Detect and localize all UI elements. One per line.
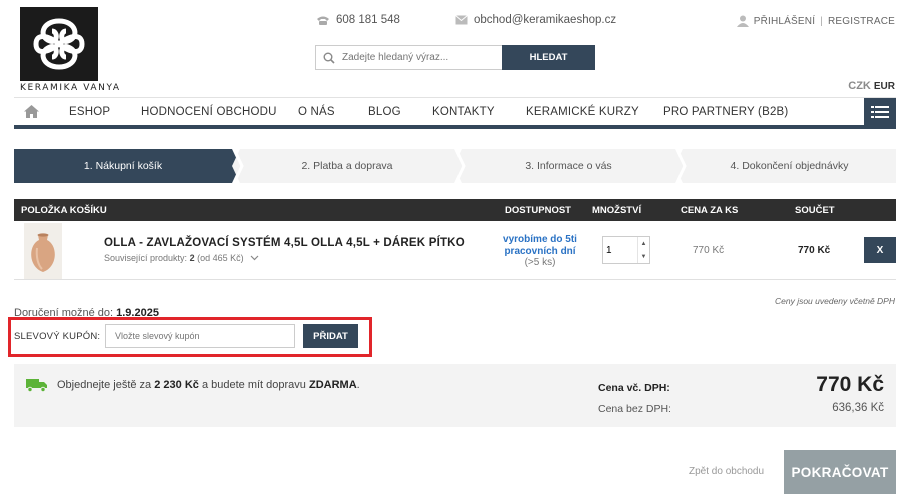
nav-item-reviews[interactable]: HODNOCENÍ OBCHODU <box>141 106 277 118</box>
phone-contact[interactable]: 608 181 548 <box>316 14 400 26</box>
email-contact[interactable]: obchod@keramikaeshop.cz <box>455 14 616 26</box>
logo-text: KERAMIKA VANYA <box>20 83 121 93</box>
product-name[interactable]: OLLA - ZAVLAŽOVACÍ SYSTÉM 4,5L OLLA 4,5L… <box>104 237 465 249</box>
search-input[interactable] <box>342 52 492 63</box>
nav-item-courses[interactable]: KERAMICKÉ KURZY <box>526 106 639 118</box>
ship-amount: 2 230 Kč <box>154 379 199 391</box>
col-quantity: MNOŽSTVÍ <box>592 205 642 216</box>
col-availability: DOSTUPNOST <box>505 205 571 216</box>
row-total: 770 Kč <box>798 245 831 256</box>
price-novat-label: Cena bez DPH: <box>598 403 671 415</box>
nav-underline <box>14 125 896 129</box>
back-to-shop-link[interactable]: Zpět do obchodu <box>689 466 764 477</box>
price-vat-label: Cena vč. DPH: <box>598 382 670 394</box>
mail-icon <box>455 15 468 25</box>
remove-item-button[interactable]: X <box>864 237 896 263</box>
col-unit-price: CENA ZA KS <box>681 205 739 216</box>
home-icon <box>23 105 39 118</box>
related-suffix: (od 465 Kč) <box>197 253 244 263</box>
login-link[interactable]: PŘIHLÁŠENÍ <box>754 16 815 27</box>
quantity-up-icon[interactable]: ▲ <box>641 241 647 247</box>
step-complete[interactable]: 4. Dokončení objednávky <box>683 149 896 183</box>
user-icon <box>736 15 749 27</box>
order-summary: Objednejte ještě za 2 230 Kč a budete mí… <box>14 364 896 427</box>
col-item: POLOŽKA KOŠÍKU <box>21 205 107 216</box>
coupon-label: SLEVOVÝ KUPÓN: <box>14 331 101 342</box>
step-info[interactable]: 3. Informace o vás <box>462 149 675 183</box>
free-shipping-message: Objednejte ještě za 2 230 Kč a budete mí… <box>26 378 360 392</box>
availability: vyrobíme do 5ti pracovních dní (>5 ks) <box>490 234 590 269</box>
vat-note: Ceny jsou uvedeny včetně DPH <box>774 296 895 306</box>
search-field[interactable] <box>315 45 502 70</box>
ship-middle: a budete mít dopravu <box>201 379 306 391</box>
product-image[interactable] <box>24 223 62 279</box>
nav-item-partners[interactable]: PRO PARTNERY (B2B) <box>663 106 788 118</box>
register-link[interactable]: REGISTRACE <box>828 16 895 27</box>
ship-free: ZDARMA <box>308 379 357 391</box>
phone-number: 608 181 548 <box>336 14 400 26</box>
related-count: 2 <box>189 253 195 263</box>
availability-line1: vyrobíme do 5ti <box>503 234 577 245</box>
logo-emblem-icon <box>20 7 98 81</box>
menu-button[interactable] <box>864 98 896 126</box>
search-icon <box>323 52 335 64</box>
search-bar: HLEDAT <box>315 45 595 70</box>
ship-end: . <box>356 379 360 391</box>
currency-switcher: CZK EUR <box>848 80 895 92</box>
email-address: obchod@keramikaeshop.cz <box>474 14 617 26</box>
chevron-down-icon <box>250 255 259 261</box>
site-logo[interactable]: KERAMIKA VANYA <box>20 7 121 93</box>
cart-row: OLLA - ZAVLAŽOVACÍ SYSTÉM 4,5L OLLA 4,5L… <box>14 221 896 280</box>
quantity-stepper: ▲ ▼ <box>602 236 650 264</box>
cart-table-header: POLOŽKA KOŠÍKU DOSTUPNOST MNOŽSTVÍ CENA … <box>14 199 896 221</box>
quantity-input[interactable] <box>603 237 637 263</box>
availability-stock: (>5 ks) <box>524 257 556 268</box>
col-total: SOUČET <box>795 205 835 216</box>
price-novat-value: 636,36 Kč <box>832 402 884 414</box>
quantity-down-icon[interactable]: ▼ <box>641 254 647 260</box>
search-button[interactable]: HLEDAT <box>502 45 595 70</box>
related-products[interactable]: Související produkty: 2 (od 465 Kč) <box>104 253 259 263</box>
availability-line2: pracovních dní <box>504 245 576 257</box>
nav-item-blog[interactable]: BLOG <box>368 106 401 118</box>
checkout-steps: 1. Nákupní košík 2. Platba a doprava 3. … <box>14 149 896 183</box>
currency-czk[interactable]: CZK <box>848 80 871 92</box>
nav-item-about[interactable]: O NÁS <box>298 106 335 118</box>
step-payment[interactable]: 2. Platba a doprava <box>240 149 454 183</box>
main-nav: ESHOP HODNOCENÍ OBCHODU O NÁS BLOG KONTA… <box>14 97 896 126</box>
list-menu-icon <box>871 106 889 118</box>
coupon-input[interactable] <box>105 324 295 348</box>
related-prefix: Související produkty: <box>104 253 188 263</box>
currency-eur[interactable]: EUR <box>874 81 895 92</box>
nav-item-eshop[interactable]: ESHOP <box>69 106 110 118</box>
coupon-add-button[interactable]: PŘIDAT <box>303 324 358 348</box>
nav-item-contacts[interactable]: KONTAKTY <box>432 106 495 118</box>
auth-separator: | <box>820 15 823 27</box>
delivery-truck-icon <box>26 379 47 392</box>
step-cart[interactable]: 1. Nákupní košík <box>14 149 232 183</box>
ship-prefix: Objednejte ještě za <box>57 379 152 391</box>
auth-links: PŘIHLÁŠENÍ | REGISTRACE <box>736 15 895 27</box>
quantity-arrows: ▲ ▼ <box>637 237 649 263</box>
continue-button[interactable]: POKRAČOVAT <box>784 450 896 494</box>
phone-icon <box>317 16 329 25</box>
unit-price: 770 Kč <box>693 245 725 256</box>
nav-home[interactable] <box>14 105 48 118</box>
price-vat-value: 770 Kč <box>816 373 884 396</box>
